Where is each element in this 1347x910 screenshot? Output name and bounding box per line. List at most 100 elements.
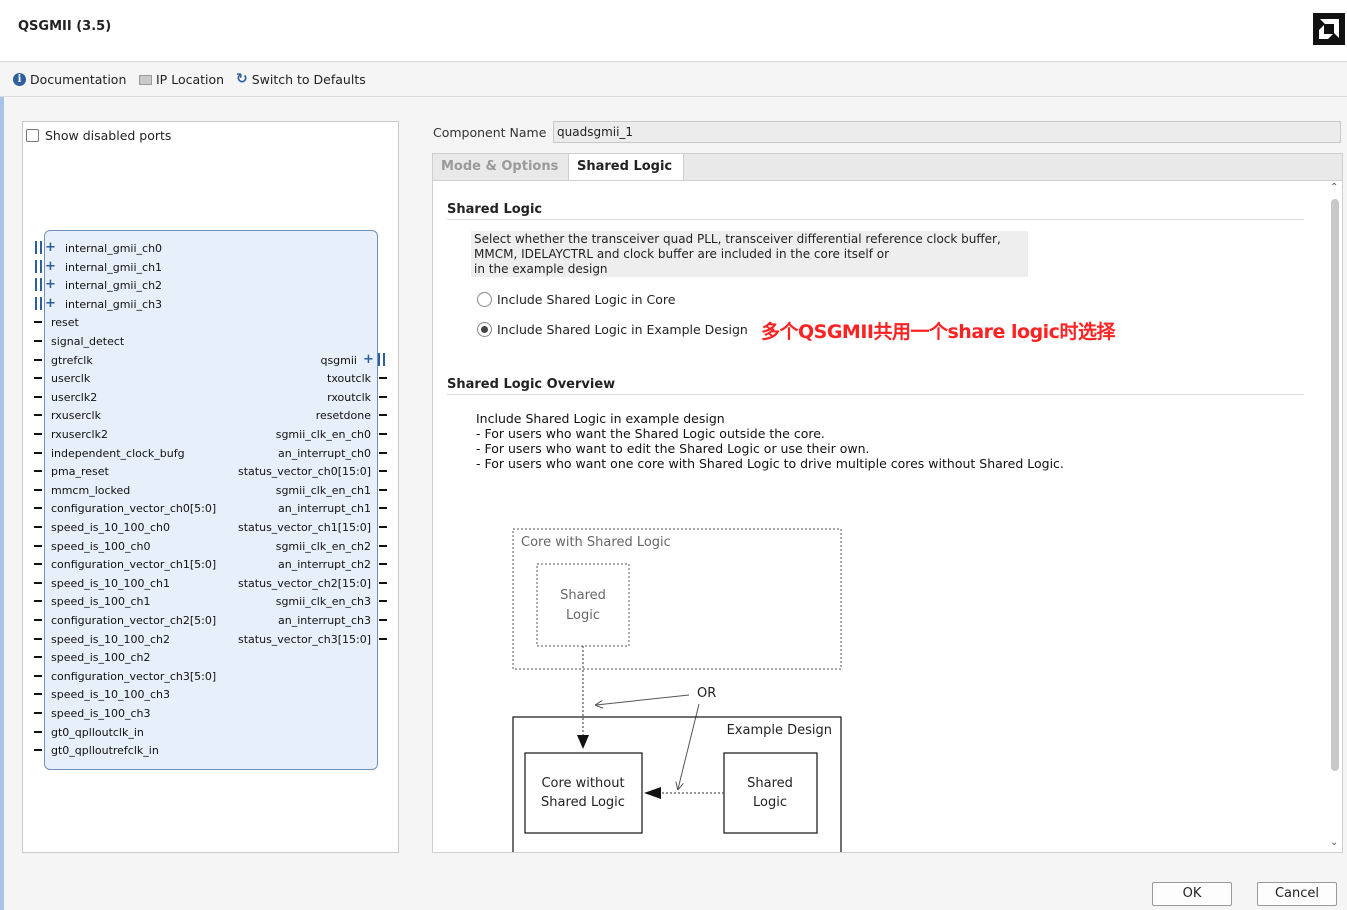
input-port-label: speed_is_10_100_ch3 [51, 688, 171, 702]
description-line: in the example design [474, 262, 608, 276]
radio-button-selected[interactable] [477, 322, 492, 337]
cancel-button[interactable]: Cancel [1257, 882, 1337, 906]
bus-port-connector[interactable] [378, 352, 385, 366]
description-line: Select whether the transceiver quad PLL,… [474, 232, 1001, 246]
bus-port-label: internal_gmii_ch2 [65, 279, 163, 293]
output-port-label: status_vector_ch3[15:0] [238, 632, 371, 646]
input-pin [34, 488, 42, 491]
down-arrow [577, 735, 589, 749]
shared-logic-heading: Shared Logic [447, 202, 543, 217]
radio-shared-logic-in-example-design[interactable]: Include Shared Logic in Example Design [477, 322, 748, 337]
documentation-button[interactable]: i Documentation [13, 72, 126, 87]
scrollbar-thumb[interactable] [1331, 199, 1339, 771]
scroll-up-icon[interactable]: ⌃ [1330, 182, 1338, 193]
shared-logic-tab-content: Shared Logic Select whether the transcei… [432, 180, 1343, 853]
ip-symbol-panel: Show disabled ports internal_gmii_ch0int… [22, 121, 399, 853]
input-port-label: configuration_vector_ch1[5:0] [51, 558, 217, 572]
vertical-scrollbar[interactable]: ⌃ ⌄ [1329, 181, 1342, 852]
expand-plus-icon[interactable]: + [363, 353, 374, 366]
input-port-label: speed_is_100_ch1 [51, 595, 151, 609]
output-pin [379, 526, 387, 528]
tab-mode-options[interactable]: Mode & Options [433, 154, 567, 181]
radio-button[interactable] [477, 292, 492, 307]
output-port-label: resetdone [315, 409, 371, 423]
output-pin [379, 377, 387, 380]
output-pin [379, 488, 387, 491]
component-name-label: Component Name [433, 125, 547, 140]
radio-label: Include Shared Logic in Example Design [497, 322, 748, 337]
input-pin [34, 526, 42, 528]
divider [447, 219, 1304, 220]
bus-port-label: internal_gmii_ch3 [65, 297, 163, 311]
output-pin [379, 507, 387, 510]
radio-label: Include Shared Logic in Core [497, 292, 676, 307]
output-pin [379, 600, 387, 603]
input-port-label: configuration_vector_ch0[5:0] [51, 502, 217, 516]
ok-button[interactable]: OK [1152, 882, 1232, 906]
input-port-label: independent_clock_bufg [51, 446, 185, 460]
expand-plus-icon[interactable]: + [45, 297, 56, 310]
show-disabled-ports-checkbox[interactable]: Show disabled ports [26, 128, 171, 143]
left-arrow [644, 787, 661, 799]
input-pin [34, 395, 42, 398]
scroll-down-icon[interactable]: ⌄ [1330, 837, 1338, 848]
expand-plus-icon[interactable]: + [45, 260, 56, 273]
input-port-label: speed_is_10_100_ch0 [51, 521, 171, 534]
output-pin [379, 637, 387, 640]
shared-logic-inner-box [536, 563, 630, 647]
switch-to-defaults-label: Switch to Defaults [251, 72, 366, 87]
core-with-shared-logic-label: Core with Shared Logic [521, 535, 671, 550]
bus-port-connector[interactable] [35, 241, 42, 254]
core-without-shared-logic-box [524, 752, 643, 834]
input-port-label: rxuserclk [51, 409, 101, 423]
input-port-label: mmcm_locked [51, 483, 131, 497]
input-port-label: rxuserclk2 [51, 428, 108, 441]
input-port-label: configuration_vector_ch2[5:0] [51, 614, 217, 627]
input-port-label: gtrefclk [51, 353, 93, 367]
output-port-label: status_vector_ch2[15:0] [238, 576, 371, 590]
divider [447, 394, 1304, 395]
bus-port-connector[interactable] [35, 278, 42, 292]
output-port-label: status_vector_ch0[15:0] [238, 465, 371, 479]
input-pin [34, 693, 42, 696]
input-port-label: speed_is_10_100_ch1 [51, 576, 171, 590]
overview-line: - For users who want the Shared Logic ou… [476, 426, 825, 441]
input-port-label: speed_is_10_100_ch2 [51, 632, 171, 646]
refresh-icon: ↻ [236, 71, 248, 87]
switch-to-defaults-button[interactable]: ↻ Switch to Defaults [236, 72, 366, 87]
bus-port-label: internal_gmii_ch0 [65, 242, 163, 255]
input-port-label: speed_is_100_ch3 [51, 707, 151, 720]
radio-shared-logic-in-core[interactable]: Include Shared Logic in Core [477, 292, 675, 307]
core-without-label-1: Core without [541, 776, 624, 791]
output-port-label: an_interrupt_ch2 [278, 558, 371, 572]
bus-port-connector[interactable] [35, 296, 42, 310]
input-pin [34, 507, 42, 510]
shared-logic-diagram: Core with Shared Logic Shared Logic OR E… [503, 521, 863, 852]
input-port-label: userclk2 [51, 390, 98, 404]
output-pin [379, 544, 387, 547]
input-port-label: configuration_vector_ch3[5:0] [51, 669, 217, 683]
expand-plus-icon[interactable]: + [45, 241, 56, 254]
tab-shared-logic[interactable]: Shared Logic [568, 154, 684, 182]
input-port-label: speed_is_100_ch2 [51, 651, 151, 665]
output-port-label: status_vector_ch1[15:0] [238, 521, 371, 534]
bus-port-label: internal_gmii_ch1 [65, 260, 163, 274]
output-pin [379, 395, 387, 398]
output-pin [379, 451, 387, 454]
component-name-input[interactable] [553, 121, 1341, 143]
output-port-label: sgmii_clk_en_ch2 [275, 539, 371, 553]
or-label: OR [697, 686, 716, 701]
input-pin [34, 340, 42, 342]
input-pin [34, 600, 42, 603]
checkbox-box[interactable] [26, 129, 39, 142]
left-edge-strip [0, 97, 4, 910]
ip-location-button[interactable]: IP Location [139, 72, 224, 87]
input-pin [34, 544, 42, 547]
shared-logic-overview-heading: Shared Logic Overview [447, 377, 616, 392]
expand-plus-icon[interactable]: + [45, 278, 56, 291]
input-port-label: pma_reset [51, 465, 109, 479]
input-port-label: reset [51, 316, 79, 330]
documentation-label: Documentation [30, 72, 127, 87]
output-pin [379, 619, 387, 621]
bus-port-connector[interactable] [35, 259, 42, 273]
